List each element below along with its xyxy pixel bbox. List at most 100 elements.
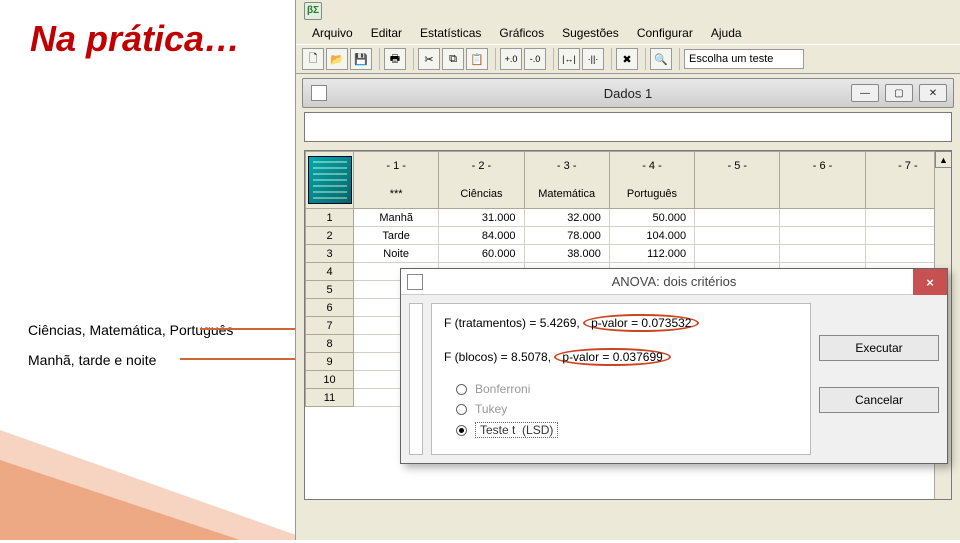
row-header[interactable]: 8 (306, 335, 354, 353)
menu-configurar[interactable]: Configurar (629, 24, 701, 42)
cell[interactable] (695, 245, 780, 263)
print-icon[interactable]: 🖶 (384, 48, 406, 70)
radio-tukey[interactable]: Tukey (456, 402, 798, 416)
find-icon[interactable]: 🔍 (650, 48, 672, 70)
dialog-title-bar: ANOVA: dois critérios × (401, 269, 947, 295)
row-header[interactable]: 9 (306, 353, 354, 371)
narrow-column-button[interactable]: ·||· (582, 48, 604, 70)
slide-title: Na prática… (30, 18, 240, 60)
f-treatments-line: F (tratamentos) = 5.4269, p-valor = 0.07… (444, 314, 798, 332)
toolbar-separator (642, 48, 646, 70)
cut-icon[interactable]: ✂ (418, 48, 440, 70)
row-header[interactable]: 5 (306, 281, 354, 299)
cell[interactable]: 84.000 (439, 227, 524, 245)
toolbar-separator (376, 48, 380, 70)
col-name-5[interactable] (695, 180, 780, 209)
menu-estatisticas[interactable]: Estatísticas (412, 24, 489, 42)
cell[interactable] (695, 227, 780, 245)
row-header[interactable]: 3 (306, 245, 354, 263)
slide-label-periods: Manhã, tarde e noite (28, 352, 156, 368)
row-header[interactable]: 2 (306, 227, 354, 245)
test-select[interactable]: Escolha um teste (684, 49, 804, 69)
menu-graficos[interactable]: Gráficos (491, 24, 552, 42)
radio-icon (456, 425, 467, 436)
radio-lsd[interactable]: Teste t (LSD) (456, 422, 798, 438)
cell[interactable]: 104.000 (609, 227, 694, 245)
cell[interactable]: Noite (354, 245, 439, 263)
slide-label-subjects: Ciências, Matemática, Português (28, 322, 233, 338)
toolbar-separator (676, 48, 680, 70)
toolbar-separator (550, 48, 554, 70)
new-file-icon[interactable]: 🗋 (302, 48, 324, 70)
row-header[interactable]: 1 (306, 209, 354, 227)
increase-decimals-button[interactable]: +.0 (500, 48, 522, 70)
table-row: 3 Noite 60.000 38.000 112.000 (306, 245, 951, 263)
cell[interactable] (695, 209, 780, 227)
col-name-6[interactable] (780, 180, 865, 209)
row-header[interactable]: 6 (306, 299, 354, 317)
table-row: 1 Manhã 31.000 32.000 50.000 (306, 209, 951, 227)
paste-icon[interactable]: 📋 (466, 48, 488, 70)
col-name-4[interactable]: Português (609, 180, 694, 209)
cell[interactable]: 60.000 (439, 245, 524, 263)
save-icon[interactable]: 💾 (350, 48, 372, 70)
open-file-icon[interactable]: 📂 (326, 48, 348, 70)
radio-label-selected: Teste t (LSD) (475, 422, 558, 438)
col-header-6[interactable]: - 6 - (780, 152, 865, 181)
row-header[interactable]: 10 (306, 371, 354, 389)
grid-corner-icon (308, 156, 352, 204)
formula-bar[interactable] (304, 112, 952, 142)
col-header-2[interactable]: - 2 - (439, 152, 524, 181)
row-header[interactable]: 7 (306, 317, 354, 335)
menu-ajuda[interactable]: Ajuda (703, 24, 750, 42)
menu-editar[interactable]: Editar (363, 24, 410, 42)
dialog-results-panel: F (tratamentos) = 5.4269, p-valor = 0.07… (431, 303, 811, 455)
col-header-4[interactable]: - 4 - (609, 152, 694, 181)
menu-arquivo[interactable]: Arquivo (304, 24, 361, 42)
toolbar: 🗋 📂 💾 🖶 ✂ ⧉ 📋 +.0 -.0 |↔| ·||· ✖ 🔍 Escol… (296, 44, 960, 74)
cell[interactable]: Tarde (354, 227, 439, 245)
decrease-decimals-button[interactable]: -.0 (524, 48, 546, 70)
f-blocks-prefix: F (blocos) = 8.5078, (444, 350, 554, 364)
cell[interactable]: Manhã (354, 209, 439, 227)
cell[interactable]: 50.000 (609, 209, 694, 227)
close-button[interactable]: ✕ (919, 84, 947, 102)
grid-corner[interactable] (306, 152, 354, 209)
copy-icon[interactable]: ⧉ (442, 48, 464, 70)
col-header-3[interactable]: - 3 - (524, 152, 609, 181)
cell[interactable] (780, 227, 865, 245)
col-header-1[interactable]: - 1 - (354, 152, 439, 181)
cell[interactable] (780, 245, 865, 263)
dialog-title: ANOVA: dois critérios (612, 274, 737, 289)
cancel-button[interactable]: Cancelar (819, 387, 939, 413)
col-header-5[interactable]: - 5 - (695, 152, 780, 181)
radio-label: Tukey (475, 402, 507, 416)
cell[interactable]: 32.000 (524, 209, 609, 227)
toolbar-separator (492, 48, 496, 70)
dialog-buttons-panel: Executar Cancelar (819, 303, 939, 455)
minimize-button[interactable]: — (851, 84, 879, 102)
dialog-close-button[interactable]: × (913, 269, 947, 295)
pvalue-blocks: p-valor = 0.037699 (554, 348, 670, 366)
cell[interactable]: 78.000 (524, 227, 609, 245)
col-name-1[interactable]: *** (354, 180, 439, 209)
scroll-up-icon[interactable]: ▲ (935, 151, 952, 168)
cell[interactable]: 38.000 (524, 245, 609, 263)
execute-button[interactable]: Executar (819, 335, 939, 361)
dialog-left-panel (409, 303, 423, 455)
document-title-bar: Dados 1 — ▢ ✕ (302, 78, 954, 108)
maximize-button[interactable]: ▢ (885, 84, 913, 102)
row-header[interactable]: 11 (306, 389, 354, 407)
widen-column-button[interactable]: |↔| (558, 48, 580, 70)
col-name-3[interactable]: Matemática (524, 180, 609, 209)
cell[interactable] (780, 209, 865, 227)
row-header[interactable]: 4 (306, 263, 354, 281)
cell[interactable]: 31.000 (439, 209, 524, 227)
delete-icon[interactable]: ✖ (616, 48, 638, 70)
radio-label: Bonferroni (475, 382, 530, 396)
cell[interactable]: 112.000 (609, 245, 694, 263)
f-treatments-prefix: F (tratamentos) = 5.4269, (444, 316, 583, 330)
col-name-2[interactable]: Ciências (439, 180, 524, 209)
menu-sugestoes[interactable]: Sugestões (554, 24, 627, 42)
radio-bonferroni[interactable]: Bonferroni (456, 382, 798, 396)
